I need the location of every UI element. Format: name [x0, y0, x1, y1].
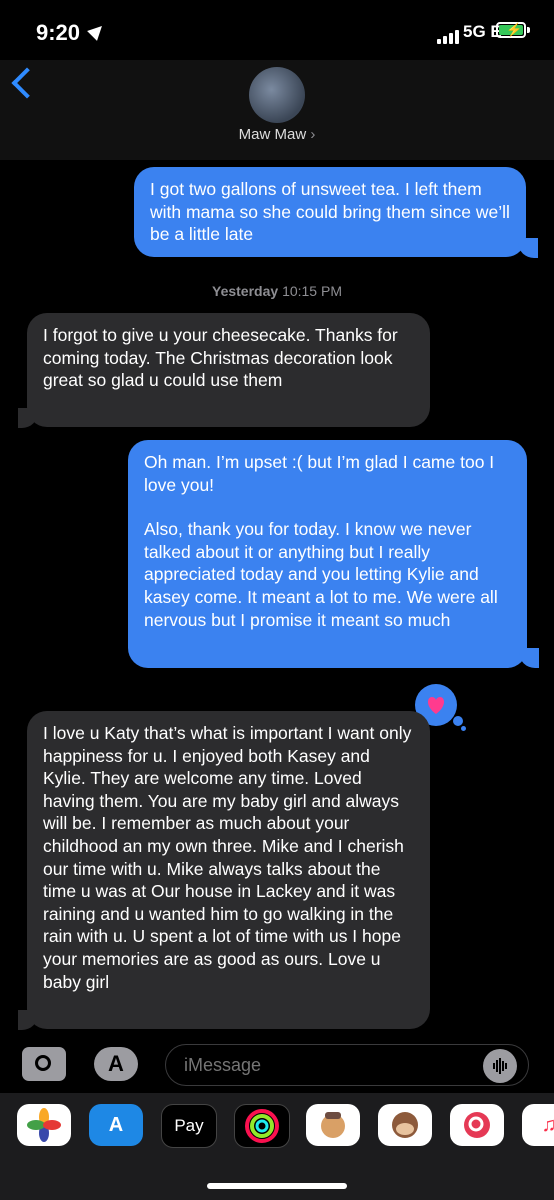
message-text: Also, thank you for today. I know we nev… — [144, 519, 498, 630]
message-text: I got two gallons of unsweet tea. I left… — [150, 179, 510, 245]
contact-avatar[interactable] — [249, 67, 305, 123]
apple-pay-label: Pay — [174, 1116, 204, 1135]
music-icon[interactable]: ♫ — [522, 1104, 554, 1146]
message-text: Oh man. I’m upset :( but I’m glad I came… — [144, 452, 495, 495]
bubble-tail — [518, 238, 538, 258]
signal-bars-icon — [437, 26, 461, 44]
message-input[interactable] — [182, 1054, 476, 1077]
message-input-field[interactable] — [165, 1044, 529, 1086]
audio-message-icon[interactable] — [483, 1049, 517, 1083]
tapback-dot — [453, 716, 463, 726]
search-images-icon[interactable] — [450, 1104, 504, 1146]
chevron-right-icon: › — [310, 126, 316, 143]
battery-cap — [527, 27, 530, 33]
photos-icon[interactable] — [17, 1104, 71, 1146]
memoji-icon[interactable] — [306, 1104, 360, 1146]
timestamp-time: 10:15 PM — [282, 283, 342, 299]
message-text: I love u Katy that’s what is important I… — [43, 723, 412, 992]
message-text: I forgot to give u your cheesecake. Than… — [43, 325, 398, 391]
message-incoming[interactable]: I forgot to give u your cheesecake. Than… — [27, 313, 430, 427]
message-outgoing[interactable]: I got two gallons of unsweet tea. I left… — [134, 167, 526, 257]
contact-name: Maw Maw — [238, 126, 307, 143]
app-store-icon[interactable]: A — [89, 1104, 143, 1146]
activity-icon[interactable] — [234, 1104, 290, 1148]
bubble-tail — [519, 648, 539, 668]
message-outgoing[interactable]: Oh man. I’m upset :( but I’m glad I came… — [128, 440, 527, 668]
apple-pay-icon[interactable]: Pay — [161, 1104, 217, 1148]
camera-icon[interactable] — [22, 1047, 66, 1081]
status-bar: 9:20 5G E ⚡ — [0, 0, 554, 60]
tapback-dot — [461, 726, 466, 731]
bubble-tail — [18, 408, 38, 428]
location-arrow-icon — [87, 21, 107, 41]
message-incoming[interactable]: I love u Katy that’s what is important I… — [27, 711, 430, 1029]
timestamp: Yesterday 10:15 PM — [0, 283, 554, 299]
timestamp-day: Yesterday — [212, 283, 279, 299]
home-indicator — [207, 1183, 347, 1189]
contact-name-button[interactable]: Maw Maw › — [0, 126, 554, 143]
app-store-button-icon[interactable]: A — [94, 1047, 138, 1081]
battery-icon: ⚡ — [496, 22, 526, 38]
bubble-tail — [18, 1010, 38, 1030]
monkey-animoji-icon[interactable] — [378, 1104, 432, 1146]
status-time: 9:20 — [36, 20, 81, 45]
